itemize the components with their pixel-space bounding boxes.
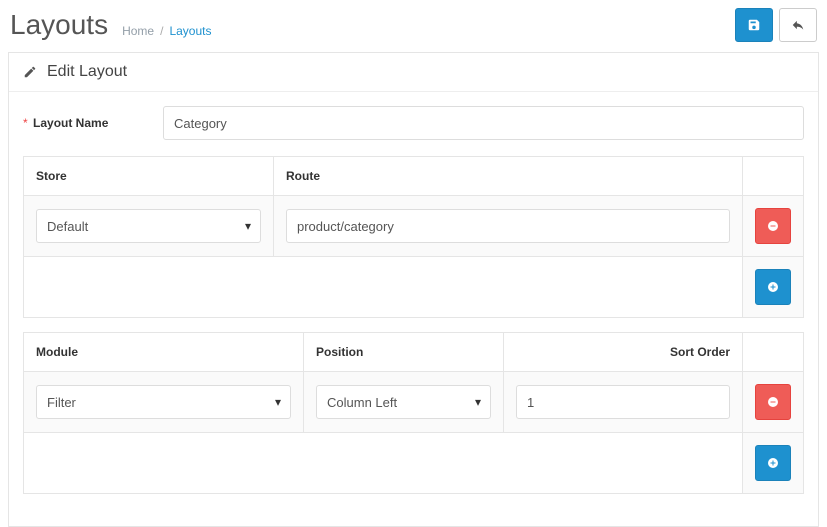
panel-heading: Edit Layout xyxy=(9,53,818,92)
save-icon xyxy=(747,18,761,32)
plus-circle-icon xyxy=(767,457,779,469)
route-input[interactable] xyxy=(286,209,730,243)
panel-body: * Layout Name Store Route De xyxy=(9,92,818,526)
modules-header-module: Module xyxy=(24,333,304,372)
module-add-spacer xyxy=(24,433,743,494)
add-route-button[interactable] xyxy=(755,269,791,305)
position-select-wrap: Column Left xyxy=(316,385,491,419)
layout-name-input[interactable] xyxy=(163,106,804,140)
routes-table: Store Route Default xyxy=(23,156,804,318)
breadcrumb: Home / Layouts xyxy=(122,24,211,38)
store-select[interactable]: Default xyxy=(36,209,261,243)
save-button[interactable] xyxy=(735,8,773,42)
page-title: Layouts xyxy=(10,9,108,41)
module-row: Filter Column Left xyxy=(24,372,804,433)
module-select-wrap: Filter xyxy=(36,385,291,419)
breadcrumb-current[interactable]: Layouts xyxy=(169,24,211,38)
modules-header-sort: Sort Order xyxy=(504,333,743,372)
pencil-icon xyxy=(23,65,37,79)
store-select-wrap: Default xyxy=(36,209,261,243)
sort-order-input[interactable] xyxy=(516,385,730,419)
required-asterisk: * xyxy=(23,116,28,130)
plus-circle-icon xyxy=(767,281,779,293)
routes-header-route: Route xyxy=(274,157,743,196)
layout-name-label-text: Layout Name xyxy=(33,116,108,130)
breadcrumb-home[interactable]: Home xyxy=(122,24,154,38)
add-module-button[interactable] xyxy=(755,445,791,481)
layout-name-row: * Layout Name xyxy=(23,106,804,140)
layout-name-label: * Layout Name xyxy=(23,116,163,130)
page-header: Layouts Home / Layouts xyxy=(0,0,827,52)
position-select[interactable]: Column Left xyxy=(316,385,491,419)
route-add-spacer xyxy=(24,257,743,318)
routes-header-action xyxy=(743,157,804,196)
modules-table: Module Position Sort Order Filter xyxy=(23,332,804,494)
modules-header-action xyxy=(743,333,804,372)
remove-module-button[interactable] xyxy=(755,384,791,420)
module-select[interactable]: Filter xyxy=(36,385,291,419)
remove-route-button[interactable] xyxy=(755,208,791,244)
reply-icon xyxy=(791,18,805,32)
header-actions xyxy=(735,8,817,42)
route-row: Default xyxy=(24,196,804,257)
modules-header-position: Position xyxy=(304,333,504,372)
edit-layout-panel: Edit Layout * Layout Name Store Route xyxy=(8,52,819,527)
minus-circle-icon xyxy=(767,396,779,408)
breadcrumb-separator: / xyxy=(160,24,163,38)
panel-title: Edit Layout xyxy=(47,63,127,81)
minus-circle-icon xyxy=(767,220,779,232)
back-button[interactable] xyxy=(779,8,817,42)
routes-header-store: Store xyxy=(24,157,274,196)
